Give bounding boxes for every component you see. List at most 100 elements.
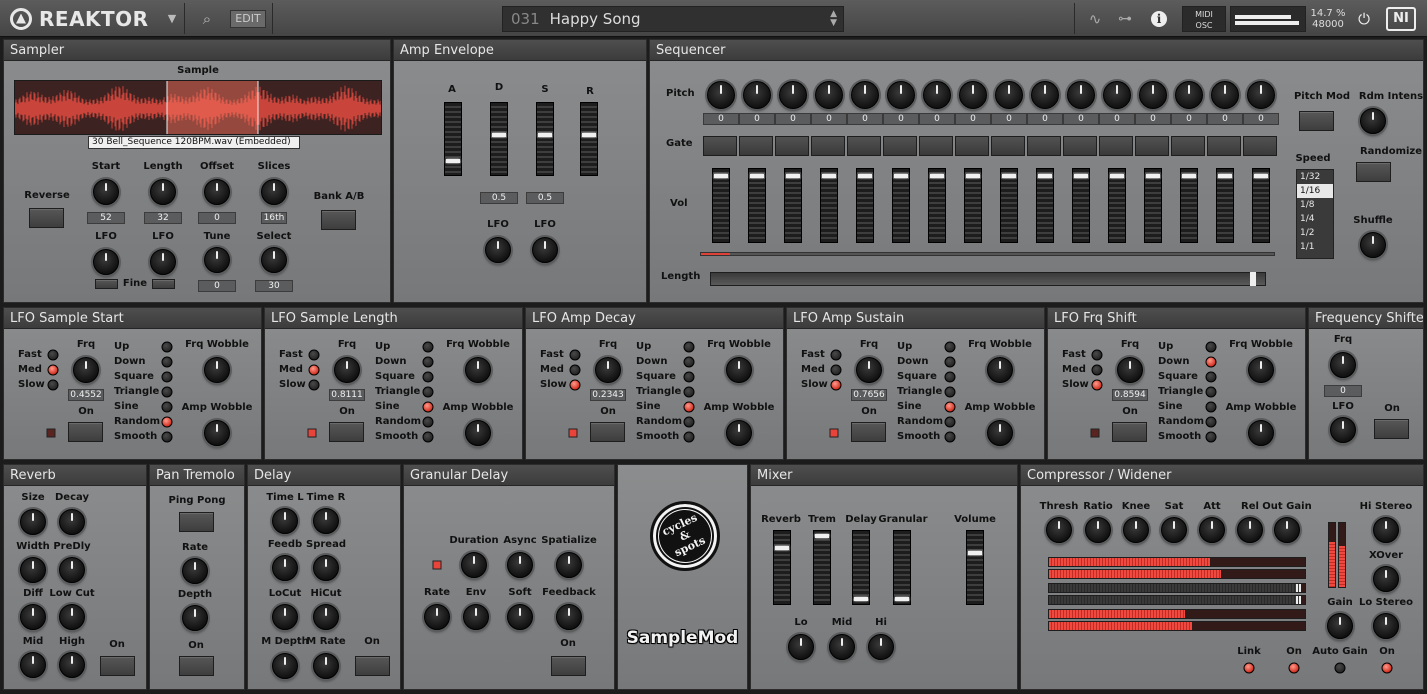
pitch-knob[interactable] [1103,81,1131,109]
pitch-knob[interactable] [959,81,987,109]
lfo-shape-led[interactable] [944,416,956,428]
ni-logo-button[interactable]: NI [1384,0,1418,37]
lfo-shape-led[interactable] [161,401,173,413]
pingpong-button[interactable] [179,512,214,532]
rel-knob[interactable] [1237,517,1263,543]
ratio-knob[interactable] [1085,517,1111,543]
gate-button[interactable] [1063,136,1097,156]
fader-cap[interactable] [1254,173,1268,178]
lfo-on-button[interactable] [329,422,364,442]
release-fader[interactable] [580,102,598,176]
vol-fader[interactable] [1036,168,1054,243]
frq-wobble-knob[interactable] [987,357,1013,383]
on-button[interactable] [551,656,586,676]
width-knob[interactable] [20,557,46,583]
gate-button[interactable] [703,136,737,156]
pitch-knob[interactable] [1211,81,1239,109]
pitch-knob[interactable] [1139,81,1167,109]
lowcut-knob[interactable] [59,604,85,630]
attack-fader[interactable] [444,102,462,176]
out-gain-knob[interactable] [1274,517,1300,543]
fader-cap[interactable] [714,173,728,178]
sustain-fader[interactable] [536,102,554,176]
lfo-shape-led[interactable] [683,416,695,428]
pitch-knob[interactable] [1247,81,1275,109]
gate-button[interactable] [811,136,845,156]
vol-fader[interactable] [1180,168,1198,243]
speed-option[interactable]: 1/2 [1297,226,1333,240]
amp-wobble-knob[interactable] [465,420,491,446]
fader-cap[interactable] [1074,173,1088,178]
slices-knob[interactable] [261,179,287,205]
diff-knob[interactable] [20,604,46,630]
lfo-shape-led[interactable] [683,341,695,353]
rate-knob[interactable] [424,604,450,630]
fader-cap[interactable] [1182,173,1196,178]
gate-button[interactable] [919,136,953,156]
lfo-shape-led[interactable] [1205,356,1217,368]
frq-wobble-knob[interactable] [204,357,230,383]
lfo-shape-led[interactable] [944,341,956,353]
length-slider-thumb[interactable] [1250,272,1256,286]
lfo-sustain-knob[interactable] [532,237,558,263]
fader-cap[interactable] [966,173,980,178]
lfo-shape-led[interactable] [683,371,695,383]
thresh-knob[interactable] [1046,517,1072,543]
fader-cap[interactable] [1218,173,1232,178]
lfo-shape-led[interactable] [422,356,434,368]
gate-button[interactable] [1207,136,1241,156]
fader-cap[interactable] [894,173,908,178]
lfo-shape-led[interactable] [422,371,434,383]
fader-cap[interactable] [538,132,552,137]
fader-cap[interactable] [446,159,460,164]
rate-knob[interactable] [182,558,208,584]
lfo-shape-led[interactable] [161,341,173,353]
on-button[interactable] [179,656,214,676]
fader-cap[interactable] [822,173,836,178]
auto-gain-led[interactable] [1334,662,1346,674]
frq-wobble-knob[interactable] [1248,357,1274,383]
fader-cap[interactable] [1002,173,1016,178]
lfo-speed-led[interactable] [830,364,842,376]
frq-knob[interactable] [595,357,621,383]
hicut-knob[interactable] [313,604,339,630]
pitch-knob[interactable] [815,81,843,109]
spatialize-knob[interactable] [556,552,582,578]
sample-file-selector[interactable]: 30 Bell_Sequence 120BPM.wav (Embedded) [88,136,300,149]
lfo-length-toggle[interactable] [152,279,175,289]
att-knob[interactable] [1199,517,1225,543]
lfo-speed-led[interactable] [1091,349,1103,361]
m-depth-knob[interactable] [272,653,298,679]
lfo-speed-led[interactable] [569,349,581,361]
lfo-decay-knob[interactable] [485,237,511,263]
compressor-on-led[interactable] [1288,662,1300,674]
lfo-shape-led[interactable] [683,401,695,413]
lfo-speed-led[interactable] [830,379,842,391]
fader-cap[interactable] [1038,173,1052,178]
lfo-speed-led[interactable] [1091,379,1103,391]
lfo-speed-led[interactable] [308,349,320,361]
lfo-shape-led[interactable] [683,356,695,368]
speed-option[interactable]: 1/4 [1297,212,1333,226]
lfo-shape-led[interactable] [422,386,434,398]
power-icon[interactable]: ⏻ [1350,0,1378,37]
lfo-shape-led[interactable] [1205,401,1217,413]
lfo-start-knob[interactable] [93,249,119,275]
pitch-knob[interactable] [1067,81,1095,109]
fader-cap[interactable] [750,173,764,178]
lfo-on-button[interactable] [851,422,886,442]
fader-cap[interactable] [492,132,506,137]
fader-cap[interactable] [1146,173,1160,178]
frq-knob[interactable] [856,357,882,383]
frq-wobble-knob[interactable] [726,357,752,383]
gate-button[interactable] [955,136,989,156]
time-r-knob[interactable] [313,508,339,534]
fader-cap[interactable] [775,545,789,550]
size-knob[interactable] [20,509,46,535]
offset-knob[interactable] [204,179,230,205]
lfo-shape-led[interactable] [1205,341,1217,353]
sat-knob[interactable] [1161,517,1187,543]
lfo-speed-led[interactable] [308,379,320,391]
gate-button[interactable] [883,136,917,156]
rdm-intens-knob[interactable] [1360,108,1386,134]
